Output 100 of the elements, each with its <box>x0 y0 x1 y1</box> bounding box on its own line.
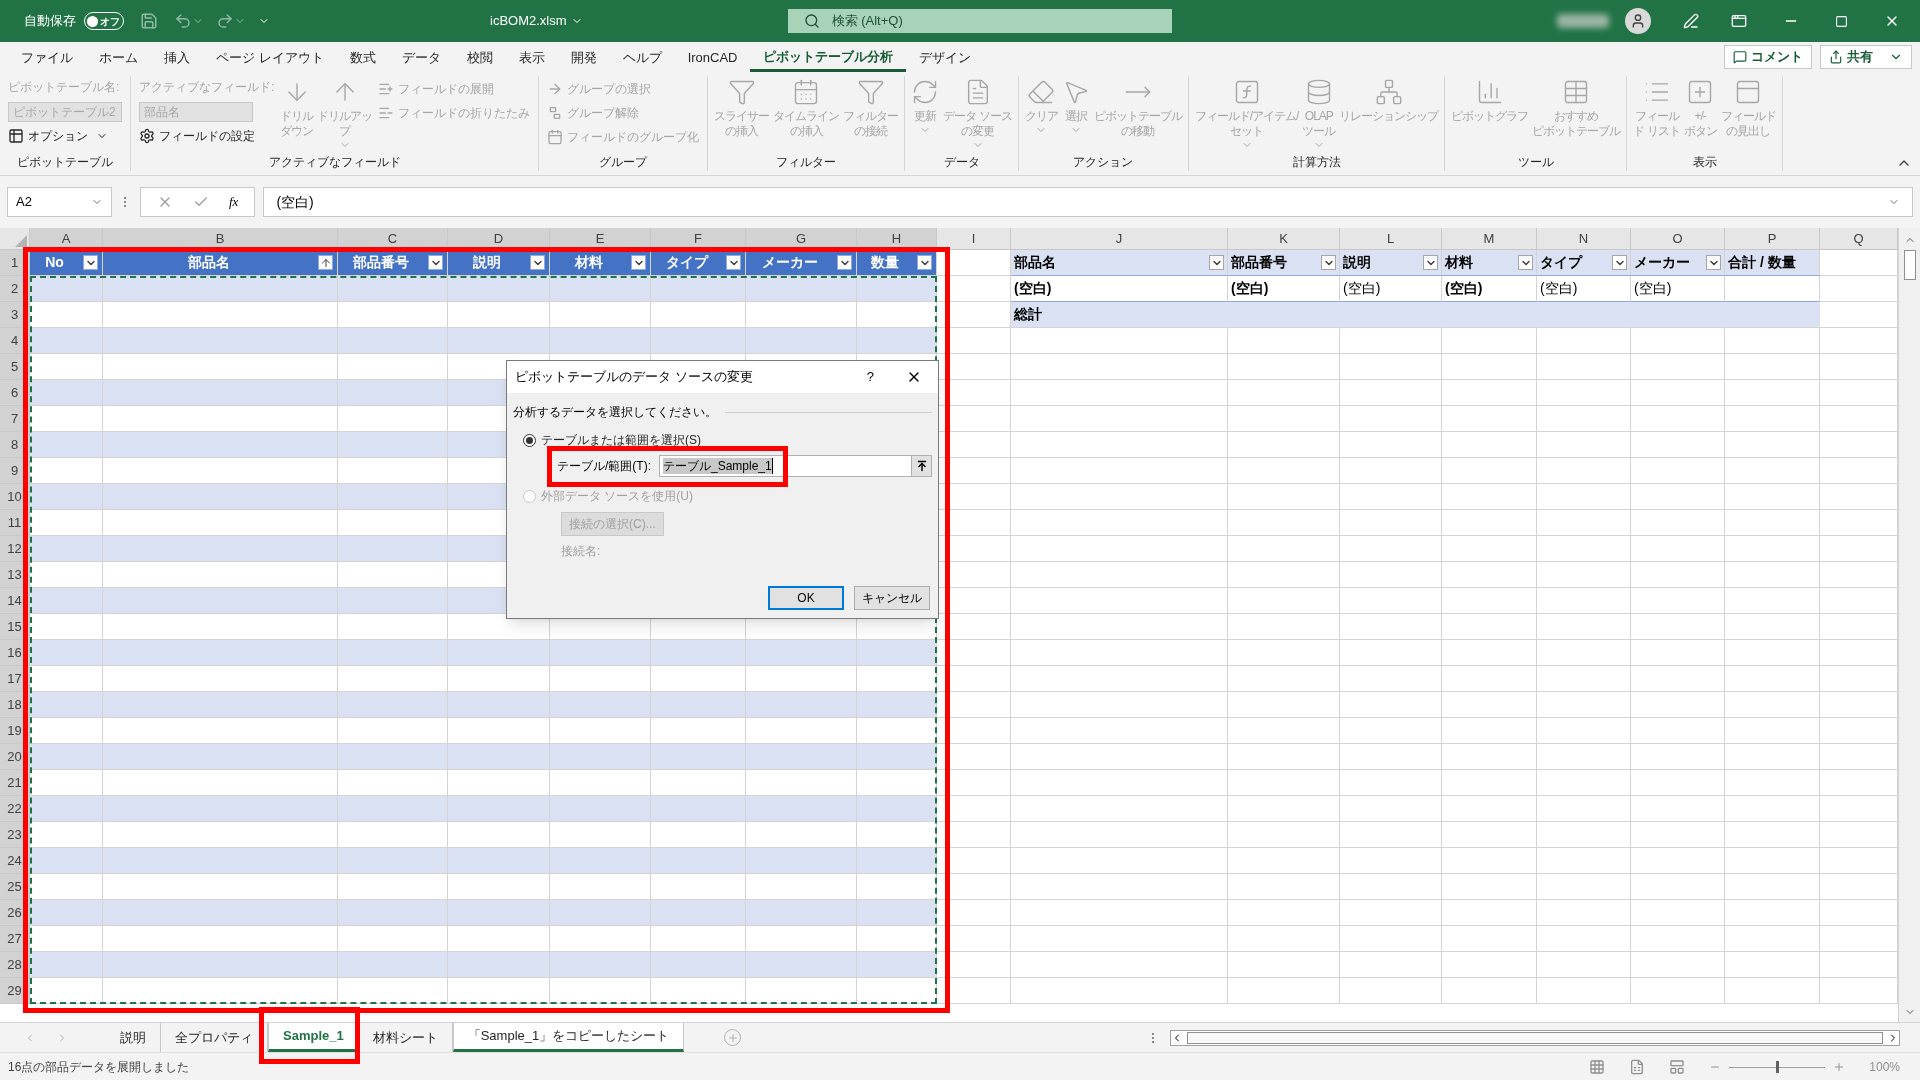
filter-dropdown-button[interactable] <box>917 255 932 270</box>
pivot-header-cell: 説明 <box>1340 250 1442 276</box>
filter-dropdown-button[interactable] <box>428 255 443 270</box>
sort-icon <box>319 256 332 269</box>
filter-dropdown-button[interactable] <box>1518 255 1533 270</box>
ok-button[interactable]: OK <box>768 586 844 610</box>
collapse-dialog-button[interactable] <box>911 456 931 476</box>
table-header-cell: No <box>30 250 103 276</box>
filter-dropdown-button[interactable] <box>631 255 646 270</box>
group-label: アクション <box>1072 154 1135 171</box>
connection-name-label: 接続名: <box>560 543 602 560</box>
group-label: データ <box>942 154 981 171</box>
column-header[interactable]: A <box>30 228 103 250</box>
scrollbar-thumb[interactable] <box>1187 1031 1883 1044</box>
group-label: アクティブなフィールド <box>267 154 402 171</box>
search-icon <box>803 13 820 29</box>
ribbon-tab[interactable]: ヘルプ <box>609 44 675 72</box>
pivot-header-cell: 部品名 <box>1011 250 1228 276</box>
ribbon-tab[interactable]: IronCAD <box>674 44 751 72</box>
table-icon <box>8 127 24 144</box>
vertical-scrollbar[interactable] <box>1898 228 1920 1022</box>
column-header[interactable]: F <box>651 228 746 250</box>
sheet-tab[interactable]: 「Sample_1」をコピーしたシート <box>452 1023 685 1052</box>
column-header[interactable]: G <box>746 228 857 250</box>
filter-dropdown-button[interactable] <box>1209 255 1224 270</box>
range-field[interactable]: テーブル_Sample_1 <box>659 455 932 477</box>
pivot-header-cell: 合計 / 数量 <box>1725 250 1820 276</box>
field-caption: ピボットテーブル名: <box>8 79 121 96</box>
ribbon-tab[interactable]: 表示 <box>505 44 558 72</box>
diagram-icon <box>1374 78 1403 106</box>
filter-dropdown-button[interactable] <box>1321 255 1336 270</box>
radio-option[interactable]: テーブルまたは範囲を選択(S) <box>507 431 938 449</box>
plus-icon <box>726 1031 739 1044</box>
pivot-header-cell: メーカー <box>1631 250 1725 276</box>
filter-dropdown-button[interactable] <box>530 255 545 270</box>
file-name: icBOM2.xlsm <box>490 12 567 31</box>
radio-button[interactable] <box>523 433 536 447</box>
ribbon-tab[interactable]: ホーム <box>86 44 151 72</box>
filter-dropdown-button[interactable] <box>1423 255 1438 270</box>
formula-field[interactable]: (空白) <box>263 187 1913 217</box>
group-label: 表示 <box>1691 154 1718 171</box>
ribbon-tab[interactable]: 挿入 <box>151 44 203 72</box>
column-header[interactable]: C <box>338 228 448 250</box>
comment-button[interactable]: コメント <box>1724 45 1812 69</box>
column-header[interactable]: I <box>937 228 1011 250</box>
avatar[interactable] <box>1625 8 1651 34</box>
pivot-header-cell: 部品番号 <box>1228 250 1340 276</box>
table-header-cell: タイプ <box>651 250 746 276</box>
filter-icon <box>727 78 756 106</box>
sort-filter-button[interactable] <box>318 255 333 270</box>
comment-icon <box>1733 50 1747 64</box>
insert-function-button[interactable]: fx <box>229 192 239 212</box>
ribbon-button[interactable]: フィールドの設定 <box>139 125 275 146</box>
pen-icon[interactable] <box>1683 13 1699 29</box>
ribbon-tab[interactable]: デザイン <box>906 44 985 72</box>
pivot-total-cell: 総計 <box>1011 302 1228 328</box>
search-field[interactable]: 検索 (Alt+Q) <box>787 9 1172 33</box>
dialog-prompt: 分析するデータを選択してください。 <box>513 404 717 421</box>
field-caption: アクティブなフィールド: <box>139 79 275 96</box>
column-header[interactable]: B <box>103 228 338 250</box>
table-header-cell: 説明 <box>448 250 550 276</box>
range-label: テーブル/範囲(T): <box>557 458 651 475</box>
column-header[interactable]: H <box>857 228 937 250</box>
ribbon-tab[interactable]: 開発 <box>557 44 610 72</box>
group-label: フィルター <box>775 154 838 171</box>
calendar-icon <box>547 128 564 145</box>
filter-dropdown-button[interactable] <box>726 255 741 270</box>
ribbon-tab[interactable]: データ <box>388 44 454 72</box>
page-break-icon[interactable] <box>1669 1058 1686 1075</box>
horizontal-scrollbar[interactable] <box>1170 1029 1900 1046</box>
ribbon-button[interactable]: オプション <box>8 125 122 146</box>
ribbon-display-icon[interactable] <box>1731 13 1747 29</box>
filter-dropdown-button[interactable] <box>83 255 98 270</box>
help-button[interactable]: ? <box>866 367 874 387</box>
zoom-slider-thumb[interactable] <box>1775 1060 1779 1073</box>
ribbon-tab[interactable]: ページ レイアウト <box>203 44 337 72</box>
autosave-label: 自動保存 <box>24 12 76 31</box>
cancel-button[interactable]: キャンセル <box>854 586 930 610</box>
filter-dropdown-button[interactable] <box>1612 255 1627 270</box>
zoom-slider[interactable] <box>1729 1060 1826 1073</box>
settings-icon <box>139 127 155 144</box>
ribbon-tab[interactable]: ファイル <box>8 44 86 72</box>
filter-dropdown-button[interactable] <box>1706 255 1721 270</box>
ribbon-tab[interactable]: 数式 <box>336 44 389 72</box>
group-label: ピボットテーブル <box>16 154 114 171</box>
maximize-icon[interactable] <box>1835 14 1848 28</box>
table-header-cell: メーカー <box>746 250 857 276</box>
page-layout-icon[interactable] <box>1629 1058 1646 1075</box>
filter-dropdown-button[interactable] <box>837 255 852 270</box>
ribbon-tab[interactable]: 校閲 <box>453 44 506 72</box>
normal-view-icon[interactable] <box>1589 1058 1606 1075</box>
share-button[interactable]: 共有 <box>1820 45 1912 69</box>
column-header[interactable]: E <box>550 228 651 250</box>
person-icon <box>1630 13 1646 29</box>
scrollbar-thumb[interactable] <box>1903 250 1916 280</box>
table-header-cell: 数量 <box>857 250 937 276</box>
name-box[interactable]: A2 <box>7 187 112 217</box>
upload-icon <box>915 460 928 472</box>
group-label: 計算方法 <box>1291 154 1342 171</box>
column-header[interactable]: D <box>448 228 550 250</box>
